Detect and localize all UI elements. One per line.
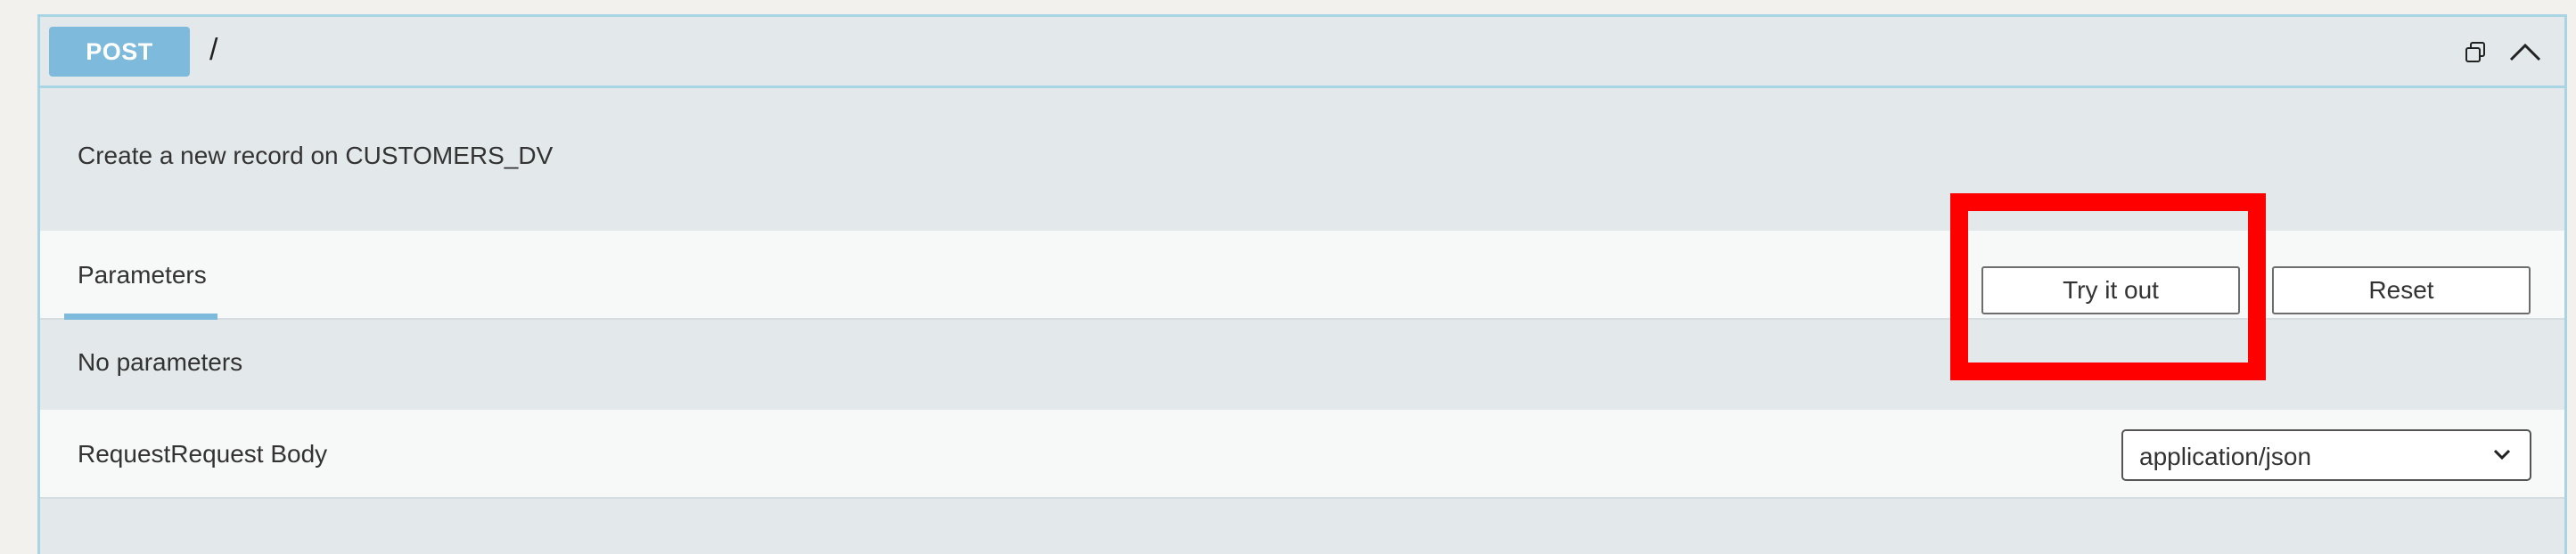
no-parameters-text: No parameters <box>78 348 243 376</box>
copy-icon[interactable] <box>2457 35 2493 70</box>
content-type-value: application/json <box>2139 443 2312 470</box>
page: POST / Create a new record on CUSTOMERS_… <box>0 0 2576 554</box>
chevron-down-icon <box>2492 447 2512 466</box>
try-it-out-button[interactable]: Try it out <box>1981 266 2240 314</box>
tab-parameters[interactable]: Parameters <box>64 231 217 320</box>
operation-summary[interactable]: POST / <box>40 17 2564 88</box>
chevron-up-icon[interactable] <box>2507 35 2543 70</box>
parameters-header: Parameters Try it out Reset <box>40 231 2564 320</box>
request-body-header: RequestRequest Body application/json <box>40 410 2564 499</box>
operation-block: POST / Create a new record on CUSTOMERS_… <box>37 14 2567 554</box>
request-body-label: RequestRequest Body <box>78 440 328 468</box>
operation-path: / <box>209 33 218 67</box>
tab-parameters-label: Parameters <box>78 261 207 289</box>
method-badge: POST <box>49 27 190 77</box>
operation-description: Create a new record on CUSTOMERS_DV <box>78 142 554 169</box>
content-type-select[interactable]: application/json <box>2121 429 2531 481</box>
reset-button[interactable]: Reset <box>2272 266 2531 314</box>
